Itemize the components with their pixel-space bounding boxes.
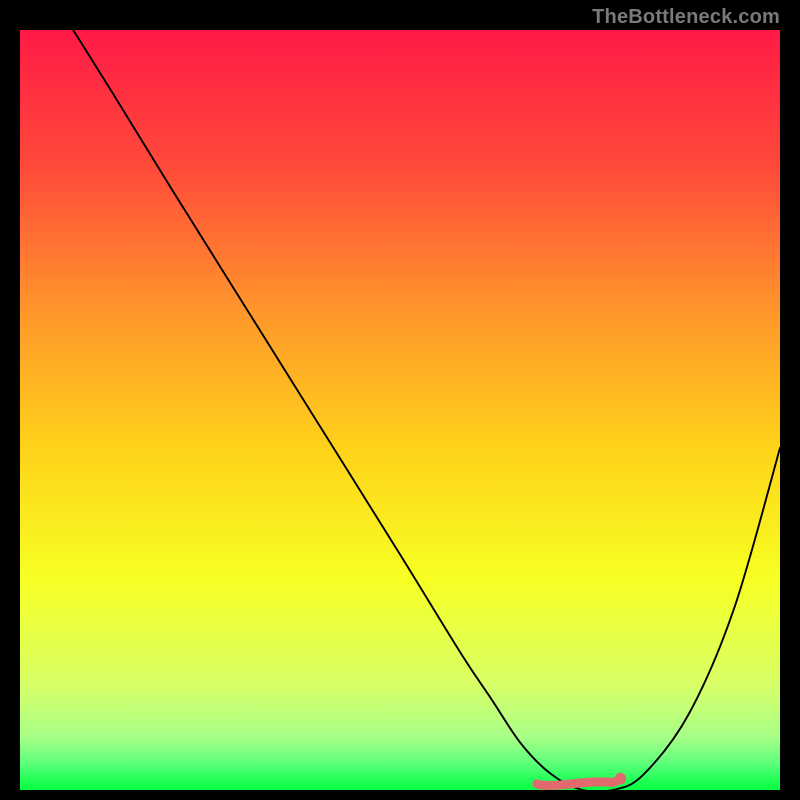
optimal-range-marker — [537, 779, 621, 785]
optimal-point-dot — [615, 773, 627, 785]
chart-svg — [20, 30, 780, 790]
frame: TheBottleneck.com — [0, 0, 800, 800]
attribution-text: TheBottleneck.com — [592, 6, 780, 29]
plot-area — [20, 30, 780, 790]
bottleneck-curve — [73, 30, 780, 792]
